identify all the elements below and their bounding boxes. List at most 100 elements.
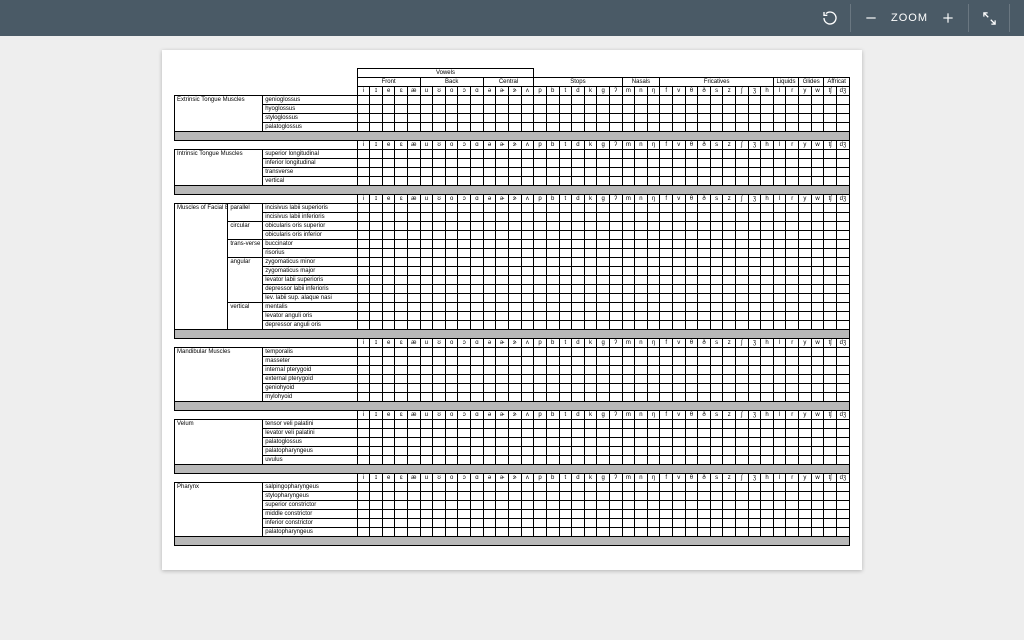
- grid-cell: [811, 240, 824, 249]
- grid-cell: [471, 240, 484, 249]
- grid-cell: [496, 393, 509, 402]
- grid-cell: [786, 366, 799, 375]
- grid-cell: [622, 276, 635, 285]
- grid-cell: [420, 492, 433, 501]
- grid-cell: [395, 528, 408, 537]
- grid-cell: [723, 150, 736, 159]
- grid-cell: [584, 168, 597, 177]
- grid-cell: [660, 159, 673, 168]
- grid-cell: [395, 357, 408, 366]
- grid-cell: [408, 177, 421, 186]
- grid-cell: [660, 420, 673, 429]
- grid-cell: [748, 366, 761, 375]
- grid-cell: [799, 447, 812, 456]
- col-letter: s: [710, 87, 723, 96]
- grid-cell: [698, 168, 711, 177]
- grid-cell: [736, 249, 749, 258]
- grid-cell: [420, 420, 433, 429]
- grid-cell: [723, 249, 736, 258]
- zoom-out-button[interactable]: [857, 4, 885, 32]
- collapse-icon[interactable]: [975, 4, 1003, 32]
- grid-cell: [635, 177, 648, 186]
- grid-cell: [698, 384, 711, 393]
- grid-cell: [408, 348, 421, 357]
- grid-cell: [382, 105, 395, 114]
- grid-cell: [824, 321, 837, 330]
- col-letter: æ: [408, 474, 421, 483]
- grid-cell: [786, 528, 799, 537]
- grid-cell: [534, 213, 547, 222]
- grid-cell: [382, 204, 395, 213]
- grid-cell: [799, 105, 812, 114]
- col-letter: v: [673, 474, 686, 483]
- grid-cell: [622, 357, 635, 366]
- grid-cell: [445, 447, 458, 456]
- grid-cell: [698, 240, 711, 249]
- col-letter: h: [761, 195, 774, 204]
- grid-cell: [458, 294, 471, 303]
- zoom-in-button[interactable]: [934, 4, 962, 32]
- grid-cell: [521, 348, 534, 357]
- grid-cell: [710, 168, 723, 177]
- grid-cell: [370, 294, 383, 303]
- grid-cell: [458, 249, 471, 258]
- grid-cell: [546, 393, 559, 402]
- grid-cell: [786, 420, 799, 429]
- grid-cell: [622, 150, 635, 159]
- grid-cell: [710, 114, 723, 123]
- grid-cell: [458, 366, 471, 375]
- grid-cell: [496, 438, 509, 447]
- grid-cell: [534, 384, 547, 393]
- grid-cell: [546, 123, 559, 132]
- grid-cell: [521, 258, 534, 267]
- grid-cell: [660, 258, 673, 267]
- col-letter: ʃ: [736, 87, 749, 96]
- grid-cell: [546, 222, 559, 231]
- grid-cell: [647, 177, 660, 186]
- grid-cell: [660, 393, 673, 402]
- grid-cell: [408, 366, 421, 375]
- grid-cell: [420, 294, 433, 303]
- grid-cell: [748, 510, 761, 519]
- grid-cell: [395, 204, 408, 213]
- col-letter: ɪ: [370, 141, 383, 150]
- grid-cell: [546, 429, 559, 438]
- grid-cell: [597, 240, 610, 249]
- grid-cell: [496, 366, 509, 375]
- grid-cell: [773, 123, 786, 132]
- grid-cell: [685, 303, 698, 312]
- grid-cell: [685, 366, 698, 375]
- reload-icon[interactable]: [816, 4, 844, 32]
- grid-cell: [736, 105, 749, 114]
- col-letter: p: [534, 411, 547, 420]
- grid-cell: [748, 222, 761, 231]
- row-muscle: external pterygoid: [263, 375, 357, 384]
- grid-cell: [710, 492, 723, 501]
- grid-cell: [824, 483, 837, 492]
- grid-cell: [445, 303, 458, 312]
- grid-cell: [420, 213, 433, 222]
- grid-cell: [660, 204, 673, 213]
- grid-cell: [597, 213, 610, 222]
- grid-cell: [761, 447, 774, 456]
- grid-cell: [433, 96, 446, 105]
- grid-cell: [458, 375, 471, 384]
- col-letter: ʒ: [748, 141, 761, 150]
- col-letter: v: [673, 141, 686, 150]
- grid-cell: [483, 510, 496, 519]
- grid-cell: [698, 267, 711, 276]
- grid-cell: [546, 447, 559, 456]
- grid-cell: [799, 501, 812, 510]
- grid-cell: [433, 375, 446, 384]
- grid-cell: [685, 150, 698, 159]
- grid-cell: [836, 510, 849, 519]
- grid-cell: [546, 159, 559, 168]
- grid-cell: [433, 348, 446, 357]
- grid-cell: [420, 384, 433, 393]
- grid-cell: [685, 294, 698, 303]
- grid-cell: [609, 375, 622, 384]
- grid-cell: [609, 159, 622, 168]
- grid-cell: [761, 159, 774, 168]
- grid-cell: [673, 159, 686, 168]
- col-letter: ð: [698, 411, 711, 420]
